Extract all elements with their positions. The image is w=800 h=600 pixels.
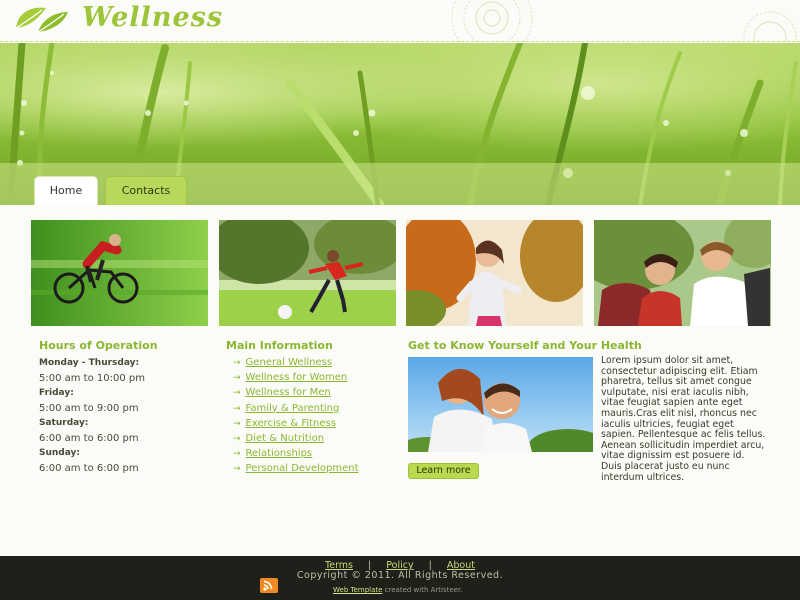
arrow-icon: → [233,433,241,444]
hours-time: 5:00 am to 10:00 pm [39,373,145,384]
site-header: Wellness [0,0,800,42]
list-item: → Wellness for Women [233,370,403,385]
main-info-links: → General Wellness → Wellness for Women → W… [233,355,403,477]
credit-text: Web Template created with Artisteer. [333,586,462,594]
link-family-parenting[interactable]: Family & Parenting [246,403,340,414]
arrow-icon: → [233,388,241,399]
tab-home[interactable]: Home [34,176,98,206]
list-item: → Diet & Nutrition [233,431,403,446]
link-wellness-women[interactable]: Wellness for Women [246,372,348,383]
list-item: → Exercise & Fitness [233,416,403,431]
link-relationships[interactable]: Relationships [246,448,313,459]
link-personal-development[interactable]: Personal Development [246,463,359,474]
leaf-logo-icon [15,7,68,33]
credit-suffix: created with Artisteer. [382,586,463,594]
arrow-icon: → [233,373,241,384]
site-logo-text[interactable]: Wellness [82,2,223,33]
main-info-heading: Main Information [226,339,333,352]
link-wellness-men[interactable]: Wellness for Men [246,387,331,398]
rss-feed-icon[interactable] [260,578,278,593]
hours-day: Sunday: [39,448,81,458]
photo-hikers [594,220,771,326]
arrow-icon: → [233,418,241,429]
hours-time: 6:00 am to 6:00 pm [39,463,139,474]
photo-cyclist [31,220,208,326]
hours-day: Friday: [39,388,74,398]
decorative-circles [743,11,797,42]
feature-couple-image [408,357,593,452]
list-item: → Personal Development [233,461,403,476]
hours-day: Monday - Thursday: [39,358,140,368]
feature-heading: Get to Know Yourself and Your Health [408,339,642,352]
site-footer: Terms | Policy | About Copyright © 2011.… [0,556,800,600]
decorative-circles [451,0,533,42]
list-item: → Family & Parenting [233,401,403,416]
tab-contacts[interactable]: Contacts [105,176,187,206]
list-item: → General Wellness [233,355,403,370]
photo-soccer-boy [219,220,396,326]
photo-jogging-woman [406,220,583,326]
hours-time: 6:00 am to 6:00 pm [39,433,139,444]
arrow-icon: → [233,403,241,414]
link-exercise-fitness[interactable]: Exercise & Fitness [246,418,336,429]
list-item: → Wellness for Men [233,385,403,400]
list-item: → Relationships [233,446,403,461]
copyright-text: Copyright © 2011. All Rights Reserved. [296,570,504,581]
feature-body-text: Lorem ipsum dolor sit amet, consectetur … [601,355,766,483]
hours-list: Monday - Thursday: 5:00 am to 10:00 pm F… [39,356,209,476]
link-diet-nutrition[interactable]: Diet & Nutrition [246,433,325,444]
link-general-wellness[interactable]: General Wellness [246,357,333,368]
arrow-icon: → [233,449,241,460]
learn-more-button[interactable]: Learn more [408,463,479,479]
web-template-link[interactable]: Web Template [333,586,382,594]
hours-time: 5:00 am to 9:00 pm [39,403,139,414]
hours-heading: Hours of Operation [39,339,158,352]
arrow-icon: → [233,358,241,368]
hours-day: Saturday: [39,418,89,428]
arrow-icon: → [233,464,241,475]
